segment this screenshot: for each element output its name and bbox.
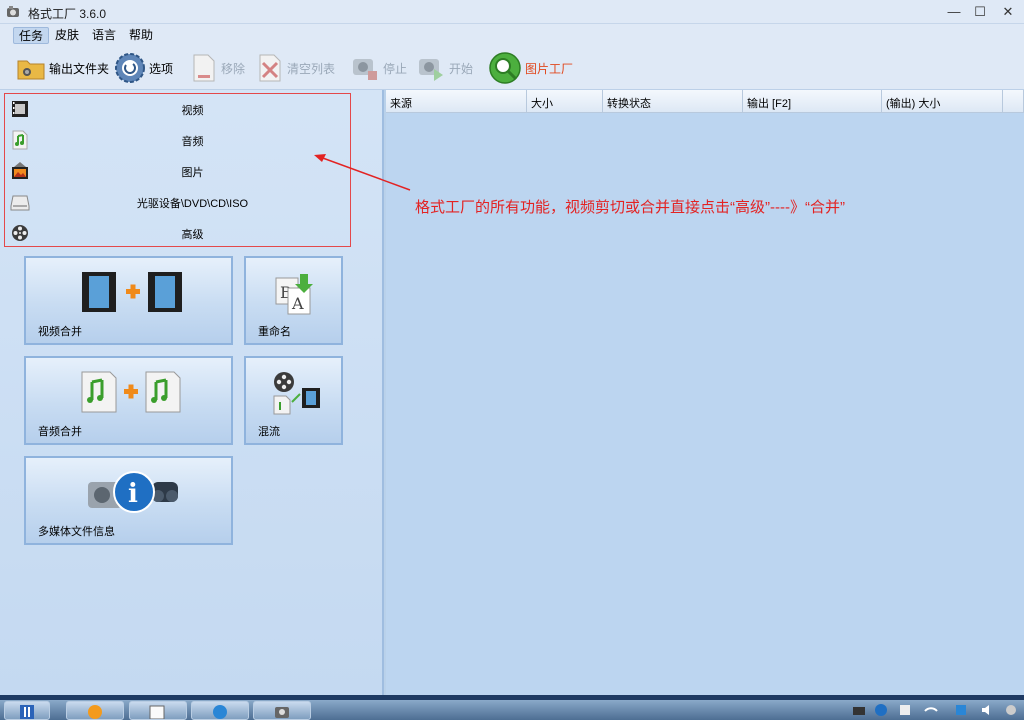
toolbar: 输出文件夹 选项 移除 清空列表 停止 开始 图片工厂 xyxy=(0,46,1024,90)
start-icon xyxy=(419,59,443,81)
media-info-tile[interactable]: i 多媒体文件信息 xyxy=(24,456,233,545)
stop-icon xyxy=(353,59,377,80)
column-filler xyxy=(1003,90,1024,113)
function-panel: 视频 音频 图片 光驱设备\DVD\CD\ISO 高级 视频合并 B A 重命名… xyxy=(0,90,384,695)
options-button[interactable]: 选项 xyxy=(114,52,173,84)
browser-icon xyxy=(213,705,227,719)
taskbar-app-browser[interactable] xyxy=(191,701,249,720)
maximize-button[interactable]: ☐ xyxy=(966,2,994,22)
clear-list-button[interactable]: 清空列表 xyxy=(256,52,335,84)
column-output[interactable]: 输出 [F2] xyxy=(743,90,882,113)
media-player-icon xyxy=(88,705,102,719)
film-reel-icon xyxy=(12,225,28,241)
output-folder-button[interactable]: 输出文件夹 xyxy=(16,52,109,84)
taskbar-app-format-factory[interactable] xyxy=(253,701,311,720)
category-audio[interactable]: 音频 xyxy=(5,125,350,155)
mux-tile[interactable]: 混流 xyxy=(244,356,343,445)
taskbar-app-editor[interactable] xyxy=(129,701,187,720)
svg-text:A: A xyxy=(291,294,304,313)
audio-merge-tile[interactable]: 音频合并 xyxy=(24,356,233,445)
keyboard-tray-icon[interactable] xyxy=(852,703,866,717)
picture-icon xyxy=(12,162,28,179)
network-tray-icon[interactable] xyxy=(954,703,968,717)
menu-help[interactable]: 帮助 xyxy=(124,27,158,44)
start-button[interactable]: 开始 xyxy=(416,52,473,84)
rename-icon: B A xyxy=(275,274,313,315)
rename-tile[interactable]: B A 重命名 xyxy=(244,256,343,345)
tray-settings-icon[interactable] xyxy=(1004,703,1018,717)
task-list[interactable]: 来源 大小 转换状态 输出 [F2] (输出) 大小 xyxy=(386,90,1024,695)
category-picture[interactable]: 图片 xyxy=(5,156,350,186)
audio-merge-icon xyxy=(81,371,181,413)
menu-skin[interactable]: 皮肤 xyxy=(50,27,84,44)
video-merge-icon xyxy=(82,272,182,312)
app-icon xyxy=(7,6,19,17)
picture-factory-button[interactable]: 图片工厂 xyxy=(488,52,573,84)
minimize-button[interactable]: — xyxy=(940,2,968,22)
column-size[interactable]: 大小 xyxy=(527,90,603,113)
category-list: 视频 音频 图片 光驱设备\DVD\CD\ISO 高级 xyxy=(4,93,351,247)
volume-icon[interactable] xyxy=(980,703,994,717)
remove-icon xyxy=(193,54,215,82)
optical-drive-icon xyxy=(10,195,30,211)
menu-bar: 任务 皮肤 语言 帮助 xyxy=(0,24,1024,46)
category-advanced[interactable]: 高级 xyxy=(5,218,350,248)
mux-icon xyxy=(273,372,320,415)
menu-language[interactable]: 语言 xyxy=(87,27,121,44)
music-note-icon xyxy=(12,130,28,150)
folder-icon xyxy=(17,60,45,80)
taskbar xyxy=(0,700,1024,720)
format-factory-icon xyxy=(275,707,289,718)
window-title: 格式工厂 3.6.0 xyxy=(28,7,107,21)
close-button[interactable]: ✕ xyxy=(994,2,1022,22)
column-source[interactable]: 来源 xyxy=(386,90,527,113)
svg-text:i: i xyxy=(128,479,138,509)
clear-list-icon xyxy=(259,54,281,82)
windows-icon xyxy=(20,705,34,719)
gear-icon xyxy=(115,53,145,83)
column-status[interactable]: 转换状态 xyxy=(603,90,743,113)
stop-button[interactable]: 停止 xyxy=(350,52,407,84)
column-output-size[interactable]: (输出) 大小 xyxy=(882,90,1003,113)
menu-tasks[interactable]: 任务 xyxy=(13,27,50,44)
picture-factory-icon xyxy=(489,52,521,84)
title-bar: 格式工厂 3.6.0 — ☐ ✕ xyxy=(0,0,1024,24)
media-info-icon: i xyxy=(88,471,178,513)
windows-tray-icon[interactable] xyxy=(898,703,912,717)
help-tray-icon[interactable] xyxy=(874,703,888,717)
taskbar-app-media[interactable] xyxy=(66,701,124,720)
wifi-icon[interactable] xyxy=(924,703,938,717)
remove-button[interactable]: 移除 xyxy=(190,52,245,84)
category-rom-device[interactable]: 光驱设备\DVD\CD\ISO xyxy=(5,187,350,217)
category-video[interactable]: 视频 xyxy=(5,94,350,124)
video-merge-tile[interactable]: 视频合并 xyxy=(24,256,233,345)
film-icon xyxy=(12,101,28,117)
start-menu-button[interactable] xyxy=(4,701,50,720)
notepad-icon xyxy=(149,705,165,720)
annotation-text: 格式工厂的所有功能，视频剪切或合并直接点击“高级”----》“合并” xyxy=(415,199,845,216)
